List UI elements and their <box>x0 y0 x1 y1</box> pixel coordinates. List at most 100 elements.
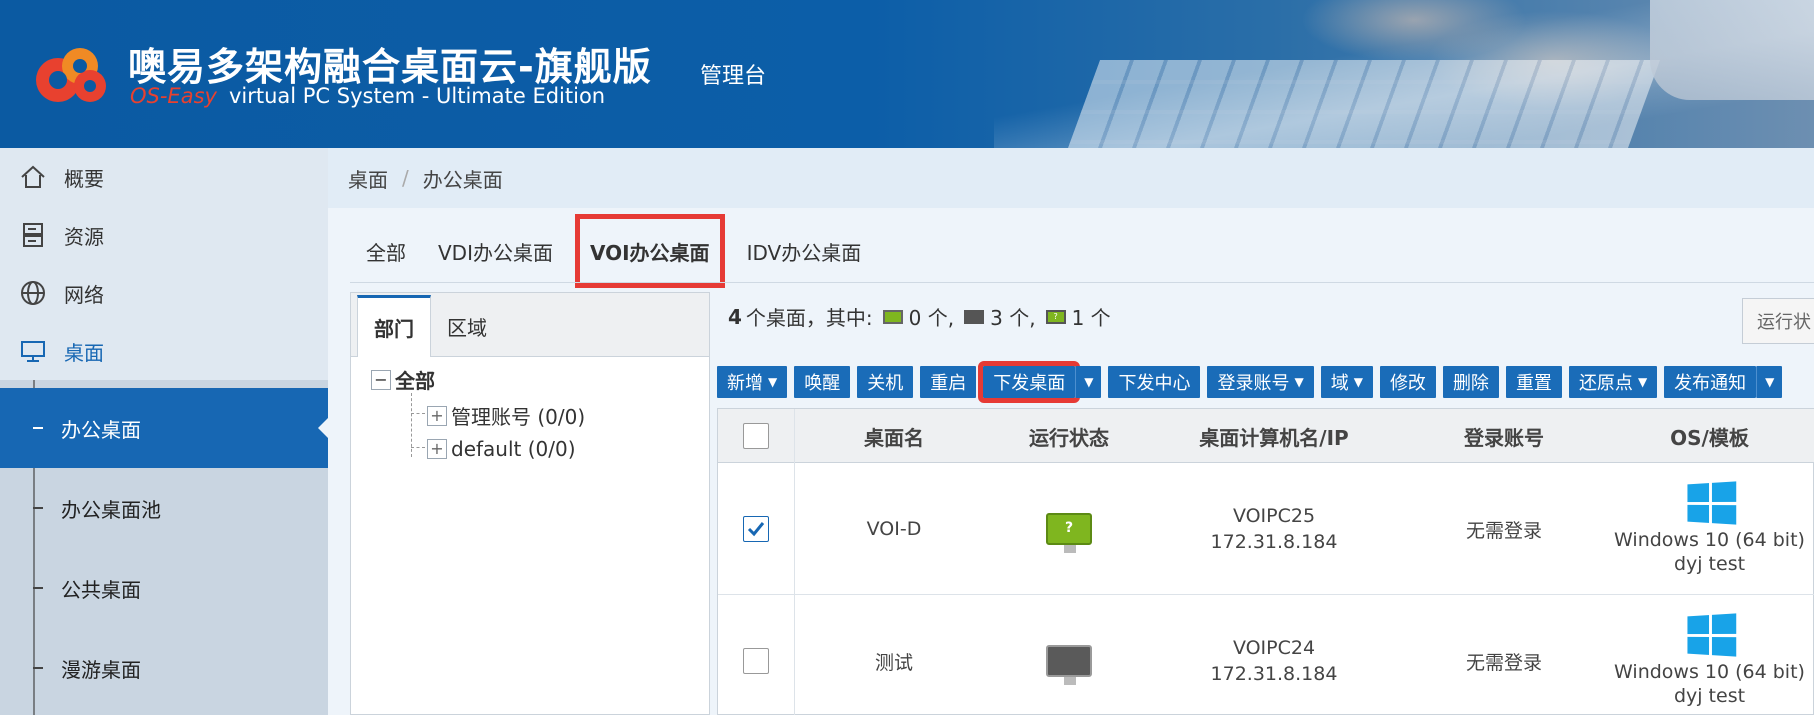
breadcrumb-separator: / <box>402 166 409 190</box>
reset-button[interactable]: 重置 <box>1505 366 1562 398</box>
offline-status-icon <box>964 309 985 324</box>
column-header-login[interactable]: 登录账号 <box>1404 409 1604 463</box>
sidebar: 概要 资源 网络 桌面 办公桌面 办公桌面池 公共桌面 漫游桌面 <box>0 148 328 715</box>
row-checkbox[interactable] <box>743 516 769 542</box>
publish-notice-dropdown[interactable]: ▼ <box>1756 366 1783 398</box>
desktop-summary: 4 个桌面，其中: 0 个, 3 个, ? 1 个 <box>728 302 1111 331</box>
restore-point-button[interactable]: 还原点 ▼ <box>1568 366 1658 398</box>
template-name: dyj test <box>1673 685 1746 707</box>
row-checkbox[interactable] <box>743 648 769 674</box>
add-button[interactable]: 新增 ▼ <box>717 366 788 398</box>
login-account: 无需登录 <box>1465 651 1542 674</box>
sidebar-item-overview[interactable]: 概要 <box>0 148 328 206</box>
run-status-filter[interactable]: 运行状 <box>1742 298 1814 344</box>
unknown-status-icon: ? <box>1046 513 1092 553</box>
sidebar-subitem-label: 漫游桌面 <box>61 657 141 682</box>
host-ip: 172.31.8.184 <box>1210 663 1338 685</box>
reboot-button[interactable]: 重启 <box>920 366 977 398</box>
monitor-icon <box>16 334 50 368</box>
row-select-cell <box>718 463 794 595</box>
tab-voi[interactable]: VOI办公桌面 <box>574 214 725 288</box>
template-name: dyj test <box>1673 553 1746 575</box>
tree-guide-line <box>411 447 425 448</box>
expand-icon[interactable]: + <box>427 439 447 459</box>
table-row[interactable]: VOI-D ? VOIPC25 172.31.8.184 无需登录 Window… <box>718 463 1814 595</box>
sidebar-subitem-roaming-desktop[interactable]: 漫游桌面 <box>0 628 328 708</box>
tab-idv[interactable]: IDV办公桌面 <box>731 220 878 282</box>
host-ip-cell: VOIPC25 172.31.8.184 <box>1144 463 1404 595</box>
caret-down-icon: ▼ <box>1084 375 1094 389</box>
sidebar-item-resources[interactable]: 资源 <box>0 206 328 264</box>
tree-tab-department[interactable]: 部门 <box>357 295 431 357</box>
column-header-os[interactable]: OS/模板 <box>1604 409 1814 463</box>
column-header-name[interactable]: 桌面名 <box>794 409 994 463</box>
collapse-icon[interactable]: − <box>371 369 391 390</box>
sidebar-subitem-label: 公共桌面 <box>61 577 141 602</box>
console-label: 管理台 <box>700 64 767 89</box>
product-subtitle: OS-Easy virtual PC System - Ultimate Edit… <box>130 84 605 108</box>
run-status-cell: ? <box>994 463 1144 595</box>
delete-button[interactable]: 删除 <box>1442 366 1499 398</box>
caret-down-icon: ▼ <box>1353 375 1363 389</box>
sidebar-item-desktop[interactable]: 桌面 <box>0 322 328 380</box>
header-keyboard-graphic <box>1059 60 1661 148</box>
tab-vdi[interactable]: VDI办公桌面 <box>422 220 569 282</box>
tree-root-node[interactable]: − 全部 <box>371 365 435 394</box>
submenu-tick <box>33 667 43 669</box>
globe-icon <box>16 276 50 310</box>
tree-node-admin-account[interactable]: + 管理账号 (0/0) <box>427 401 585 430</box>
unknown-count: 1 个 <box>1071 306 1111 330</box>
caret-down-icon: ▼ <box>768 375 778 389</box>
unknown-status-icon: ? <box>1045 309 1066 324</box>
home-icon <box>16 160 50 194</box>
table-row[interactable]: 测试 VOIPC24 172.31.8.184 无需登录 Windows 10 … <box>718 595 1814 715</box>
sidebar-subitem-public-desktop[interactable]: 公共桌面 <box>0 548 328 628</box>
online-status-icon <box>882 309 903 324</box>
tree-node-label: 全部 <box>395 369 435 393</box>
tree-node-label: 管理账号 (0/0) <box>451 405 586 429</box>
domain-button[interactable]: 域 ▼ <box>1320 366 1373 398</box>
wake-button[interactable]: 唤醒 <box>794 366 851 398</box>
desktop-count: 4 <box>728 304 742 329</box>
restore-point-label: 还原点 <box>1578 373 1633 394</box>
shutdown-button[interactable]: 关机 <box>857 366 914 398</box>
caret-down-icon: ▼ <box>1765 375 1775 389</box>
desktop-table: 桌面名 运行状态 桌面计算机名/IP 登录账号 OS/模板 VOI-D ? VO… <box>717 408 1814 715</box>
tab-all[interactable]: 全部 <box>350 220 422 282</box>
status-mark: ? <box>1064 520 1074 536</box>
desktop-name: 测试 <box>874 651 913 674</box>
column-header-status[interactable]: 运行状态 <box>994 409 1144 463</box>
caret-down-icon: ▼ <box>1294 375 1304 389</box>
modify-button[interactable]: 修改 <box>1379 366 1436 398</box>
select-all-cell <box>718 409 794 463</box>
login-account-button[interactable]: 登录账号 ▼ <box>1207 366 1314 398</box>
select-all-checkbox[interactable] <box>743 423 769 449</box>
tree-node-default[interactable]: + default (0/0) <box>427 437 576 461</box>
run-status-cell <box>994 595 1144 715</box>
sidebar-item-label: 概要 <box>64 166 104 191</box>
sidebar-subitem-office-desktop[interactable]: 办公桌面 <box>0 388 328 468</box>
checkmark-icon <box>747 522 765 537</box>
host-ip-cell: VOIPC24 172.31.8.184 <box>1144 595 1404 715</box>
login-account: 无需登录 <box>1465 519 1542 542</box>
deploy-desktop-button[interactable]: 下发桌面 <box>978 361 1081 403</box>
caret-down-icon: ▼ <box>1637 375 1648 389</box>
submenu-tick <box>33 507 43 509</box>
deploy-desktop-dropdown[interactable]: ▼ <box>1075 366 1102 398</box>
sidebar-item-network[interactable]: 网络 <box>0 264 328 322</box>
column-header-host-ip[interactable]: 桌面计算机名/IP <box>1144 409 1404 463</box>
tree-guide-line <box>411 413 425 414</box>
breadcrumb-root[interactable]: 桌面 <box>348 164 388 193</box>
publish-notice-button[interactable]: 发布通知 <box>1664 366 1757 398</box>
tree-tab-region[interactable]: 区域 <box>431 296 503 356</box>
org-tree-panel: 部门 区域 − 全部 + 管理账号 (0/0) + default (0/0) <box>350 292 710 715</box>
table-header: 桌面名 运行状态 桌面计算机名/IP 登录账号 OS/模板 <box>718 409 1814 463</box>
host-ip: 172.31.8.184 <box>1210 531 1338 553</box>
windows-icon <box>1686 613 1736 657</box>
action-toolbar: 新增 ▼ 唤醒 关机 重启 下发桌面 ▼ 下发中心 登录账号 ▼ 域 ▼ 修改 删除 … <box>717 361 1789 403</box>
brand-name: OS-Easy <box>130 84 217 108</box>
sidebar-subitem-office-desktop-pool[interactable]: 办公桌面池 <box>0 468 328 548</box>
expand-icon[interactable]: + <box>427 405 447 426</box>
deploy-center-button[interactable]: 下发中心 <box>1108 366 1201 398</box>
server-icon <box>16 218 50 252</box>
